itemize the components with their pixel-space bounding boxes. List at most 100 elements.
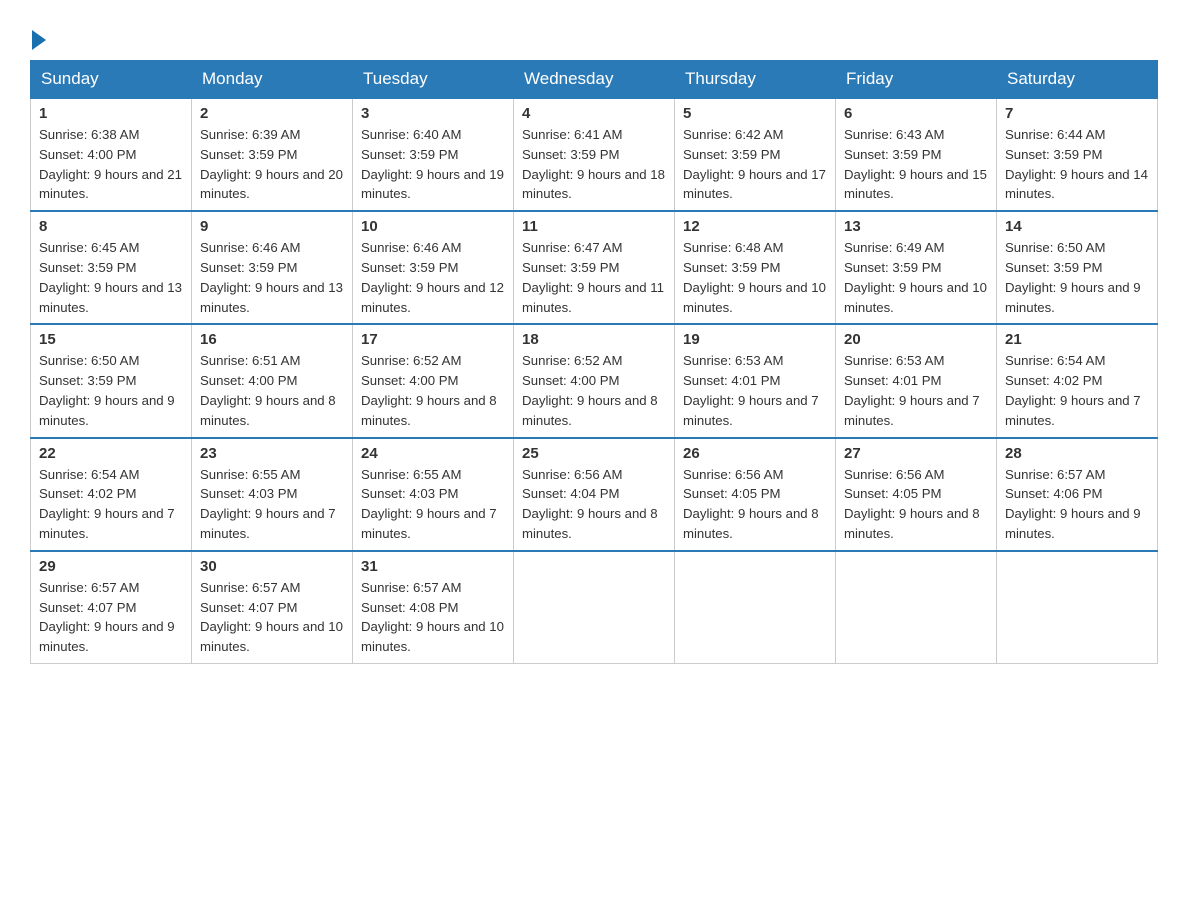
day-number: 5 [683, 105, 827, 122]
day-number: 15 [39, 331, 183, 348]
calendar-header-thursday: Thursday [675, 61, 836, 99]
calendar-day-15: 15 Sunrise: 6:50 AMSunset: 3:59 PMDaylig… [31, 324, 192, 437]
calendar-header-saturday: Saturday [997, 61, 1158, 99]
day-number: 30 [200, 558, 344, 575]
calendar-header-wednesday: Wednesday [514, 61, 675, 99]
calendar-header-row: SundayMondayTuesdayWednesdayThursdayFrid… [31, 61, 1158, 99]
day-number: 31 [361, 558, 505, 575]
calendar-day-empty [997, 551, 1158, 664]
calendar-day-empty [836, 551, 997, 664]
calendar-day-4: 4 Sunrise: 6:41 AMSunset: 3:59 PMDayligh… [514, 98, 675, 211]
calendar-day-18: 18 Sunrise: 6:52 AMSunset: 4:00 PMDaylig… [514, 324, 675, 437]
day-info: Sunrise: 6:54 AMSunset: 4:02 PMDaylight:… [39, 467, 175, 541]
day-info: Sunrise: 6:47 AMSunset: 3:59 PMDaylight:… [522, 240, 664, 314]
day-number: 11 [522, 218, 666, 235]
day-info: Sunrise: 6:56 AMSunset: 4:05 PMDaylight:… [844, 467, 980, 541]
day-info: Sunrise: 6:41 AMSunset: 3:59 PMDaylight:… [522, 127, 665, 201]
page-header [30, 20, 1158, 50]
calendar-day-27: 27 Sunrise: 6:56 AMSunset: 4:05 PMDaylig… [836, 438, 997, 551]
day-number: 16 [200, 331, 344, 348]
calendar-header-monday: Monday [192, 61, 353, 99]
day-number: 1 [39, 105, 183, 122]
day-info: Sunrise: 6:56 AMSunset: 4:04 PMDaylight:… [522, 467, 658, 541]
calendar-day-28: 28 Sunrise: 6:57 AMSunset: 4:06 PMDaylig… [997, 438, 1158, 551]
day-number: 17 [361, 331, 505, 348]
day-number: 3 [361, 105, 505, 122]
day-number: 18 [522, 331, 666, 348]
day-info: Sunrise: 6:57 AMSunset: 4:07 PMDaylight:… [39, 580, 175, 654]
day-info: Sunrise: 6:51 AMSunset: 4:00 PMDaylight:… [200, 353, 336, 427]
calendar-day-29: 29 Sunrise: 6:57 AMSunset: 4:07 PMDaylig… [31, 551, 192, 664]
day-number: 27 [844, 445, 988, 462]
day-info: Sunrise: 6:50 AMSunset: 3:59 PMDaylight:… [1005, 240, 1141, 314]
calendar-day-5: 5 Sunrise: 6:42 AMSunset: 3:59 PMDayligh… [675, 98, 836, 211]
calendar-day-2: 2 Sunrise: 6:39 AMSunset: 3:59 PMDayligh… [192, 98, 353, 211]
calendar-header-friday: Friday [836, 61, 997, 99]
day-info: Sunrise: 6:52 AMSunset: 4:00 PMDaylight:… [522, 353, 658, 427]
calendar-week-row-5: 29 Sunrise: 6:57 AMSunset: 4:07 PMDaylig… [31, 551, 1158, 664]
day-number: 22 [39, 445, 183, 462]
day-number: 19 [683, 331, 827, 348]
day-info: Sunrise: 6:55 AMSunset: 4:03 PMDaylight:… [200, 467, 336, 541]
calendar-day-22: 22 Sunrise: 6:54 AMSunset: 4:02 PMDaylig… [31, 438, 192, 551]
calendar-day-8: 8 Sunrise: 6:45 AMSunset: 3:59 PMDayligh… [31, 211, 192, 324]
logo-arrow-icon [32, 30, 46, 50]
calendar-day-20: 20 Sunrise: 6:53 AMSunset: 4:01 PMDaylig… [836, 324, 997, 437]
day-number: 14 [1005, 218, 1149, 235]
day-number: 9 [200, 218, 344, 235]
day-number: 23 [200, 445, 344, 462]
calendar-day-30: 30 Sunrise: 6:57 AMSunset: 4:07 PMDaylig… [192, 551, 353, 664]
day-number: 21 [1005, 331, 1149, 348]
calendar-day-23: 23 Sunrise: 6:55 AMSunset: 4:03 PMDaylig… [192, 438, 353, 551]
calendar-week-row-3: 15 Sunrise: 6:50 AMSunset: 3:59 PMDaylig… [31, 324, 1158, 437]
calendar-day-empty [675, 551, 836, 664]
day-number: 6 [844, 105, 988, 122]
day-info: Sunrise: 6:46 AMSunset: 3:59 PMDaylight:… [361, 240, 504, 314]
day-info: Sunrise: 6:48 AMSunset: 3:59 PMDaylight:… [683, 240, 826, 314]
day-number: 26 [683, 445, 827, 462]
day-info: Sunrise: 6:40 AMSunset: 3:59 PMDaylight:… [361, 127, 504, 201]
day-info: Sunrise: 6:38 AMSunset: 4:00 PMDaylight:… [39, 127, 182, 201]
day-info: Sunrise: 6:42 AMSunset: 3:59 PMDaylight:… [683, 127, 826, 201]
calendar-day-16: 16 Sunrise: 6:51 AMSunset: 4:00 PMDaylig… [192, 324, 353, 437]
calendar-day-11: 11 Sunrise: 6:47 AMSunset: 3:59 PMDaylig… [514, 211, 675, 324]
calendar-header-sunday: Sunday [31, 61, 192, 99]
day-info: Sunrise: 6:57 AMSunset: 4:06 PMDaylight:… [1005, 467, 1141, 541]
calendar-week-row-2: 8 Sunrise: 6:45 AMSunset: 3:59 PMDayligh… [31, 211, 1158, 324]
day-number: 10 [361, 218, 505, 235]
calendar-day-7: 7 Sunrise: 6:44 AMSunset: 3:59 PMDayligh… [997, 98, 1158, 211]
day-number: 12 [683, 218, 827, 235]
day-number: 7 [1005, 105, 1149, 122]
calendar-day-24: 24 Sunrise: 6:55 AMSunset: 4:03 PMDaylig… [353, 438, 514, 551]
day-info: Sunrise: 6:45 AMSunset: 3:59 PMDaylight:… [39, 240, 182, 314]
day-info: Sunrise: 6:53 AMSunset: 4:01 PMDaylight:… [844, 353, 980, 427]
day-number: 28 [1005, 445, 1149, 462]
day-info: Sunrise: 6:57 AMSunset: 4:07 PMDaylight:… [200, 580, 343, 654]
day-number: 20 [844, 331, 988, 348]
day-info: Sunrise: 6:52 AMSunset: 4:00 PMDaylight:… [361, 353, 497, 427]
day-info: Sunrise: 6:46 AMSunset: 3:59 PMDaylight:… [200, 240, 343, 314]
calendar-day-10: 10 Sunrise: 6:46 AMSunset: 3:59 PMDaylig… [353, 211, 514, 324]
day-info: Sunrise: 6:55 AMSunset: 4:03 PMDaylight:… [361, 467, 497, 541]
calendar-week-row-4: 22 Sunrise: 6:54 AMSunset: 4:02 PMDaylig… [31, 438, 1158, 551]
calendar-day-9: 9 Sunrise: 6:46 AMSunset: 3:59 PMDayligh… [192, 211, 353, 324]
calendar-day-3: 3 Sunrise: 6:40 AMSunset: 3:59 PMDayligh… [353, 98, 514, 211]
day-number: 13 [844, 218, 988, 235]
calendar-day-19: 19 Sunrise: 6:53 AMSunset: 4:01 PMDaylig… [675, 324, 836, 437]
logo [30, 30, 48, 50]
calendar-day-6: 6 Sunrise: 6:43 AMSunset: 3:59 PMDayligh… [836, 98, 997, 211]
day-info: Sunrise: 6:50 AMSunset: 3:59 PMDaylight:… [39, 353, 175, 427]
calendar-week-row-1: 1 Sunrise: 6:38 AMSunset: 4:00 PMDayligh… [31, 98, 1158, 211]
calendar-header-tuesday: Tuesday [353, 61, 514, 99]
calendar-day-empty [514, 551, 675, 664]
day-number: 8 [39, 218, 183, 235]
day-info: Sunrise: 6:53 AMSunset: 4:01 PMDaylight:… [683, 353, 819, 427]
calendar-day-31: 31 Sunrise: 6:57 AMSunset: 4:08 PMDaylig… [353, 551, 514, 664]
calendar-day-14: 14 Sunrise: 6:50 AMSunset: 3:59 PMDaylig… [997, 211, 1158, 324]
calendar-day-13: 13 Sunrise: 6:49 AMSunset: 3:59 PMDaylig… [836, 211, 997, 324]
calendar-day-12: 12 Sunrise: 6:48 AMSunset: 3:59 PMDaylig… [675, 211, 836, 324]
calendar-day-17: 17 Sunrise: 6:52 AMSunset: 4:00 PMDaylig… [353, 324, 514, 437]
calendar-day-25: 25 Sunrise: 6:56 AMSunset: 4:04 PMDaylig… [514, 438, 675, 551]
day-info: Sunrise: 6:56 AMSunset: 4:05 PMDaylight:… [683, 467, 819, 541]
day-info: Sunrise: 6:57 AMSunset: 4:08 PMDaylight:… [361, 580, 504, 654]
